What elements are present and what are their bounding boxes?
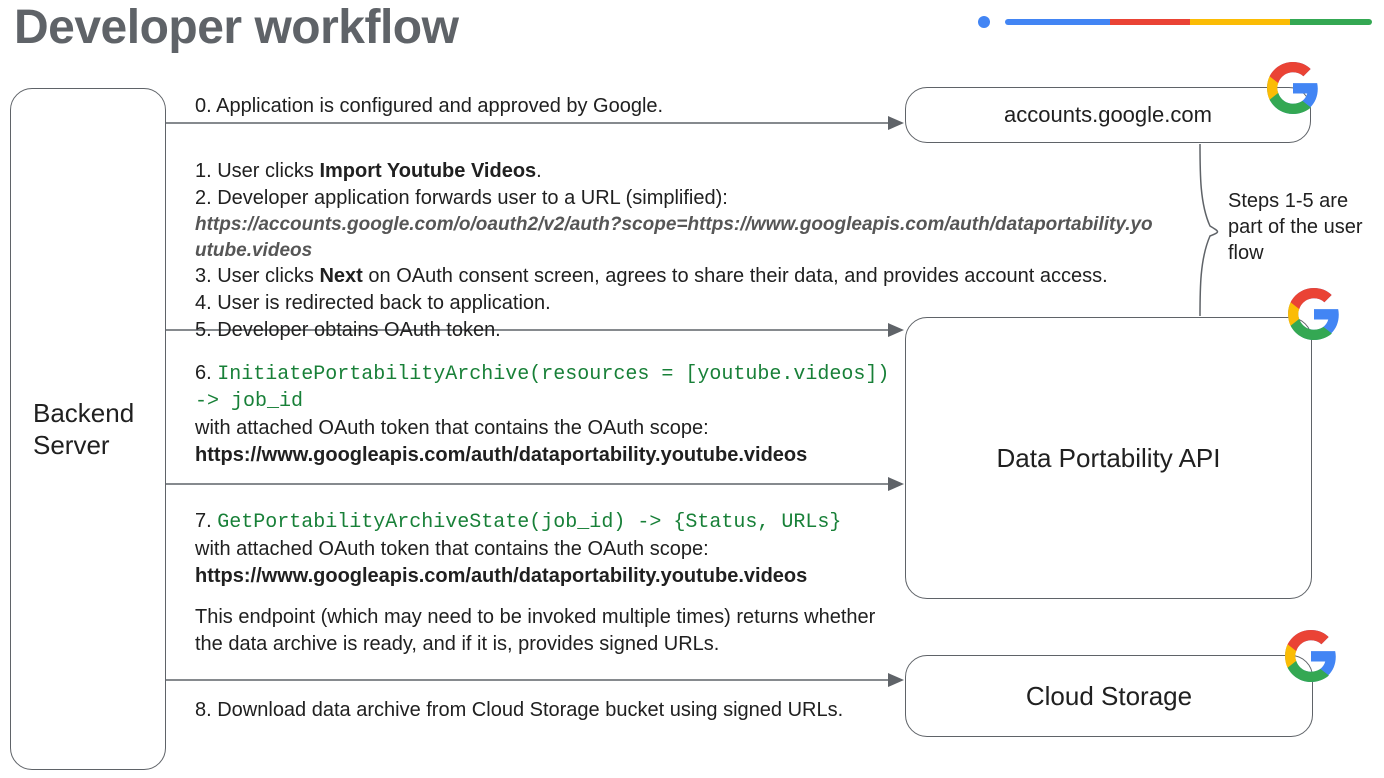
node-data-portability-api: Data Portability API [905, 317, 1312, 599]
accent-bar-blue [1005, 19, 1110, 25]
oauth-url: https://accounts.google.com/o/oauth2/v2/… [195, 212, 1155, 263]
arrow-step8 [166, 670, 906, 690]
step8-text: 8. Download data archive from Cloud Stor… [195, 697, 895, 724]
step7-tail: This endpoint (which may need to be invo… [195, 604, 905, 658]
google-g-icon [1282, 627, 1340, 685]
node-storage-label: Cloud Storage [1026, 681, 1192, 712]
step7-scope: https://www.googleapis.com/auth/dataport… [195, 563, 905, 590]
accent-dot [978, 16, 990, 28]
step6-block: 6. InitiatePortabilityArchive(resources … [195, 360, 915, 469]
step7-desc: with attached OAuth token that contains … [195, 536, 905, 563]
step6-desc: with attached OAuth token that contains … [195, 415, 915, 442]
page-title: Developer workflow [14, 0, 458, 55]
step6-code-line2: -> job_id [195, 388, 915, 415]
step6-scope: https://www.googleapis.com/auth/dataport… [195, 442, 915, 469]
google-g-icon [1264, 59, 1322, 117]
node-backend-server: Backend Server [10, 88, 166, 770]
steps-1-5-block: 1. User clicks Import Youtube Videos. 2.… [195, 158, 1155, 344]
node-cloud-storage: Cloud Storage [905, 655, 1313, 737]
step2-line: 2. Developer application forwards user t… [195, 185, 1155, 212]
node-accounts-label: accounts.google.com [1004, 102, 1212, 128]
node-backend-server-label: Backend Server [33, 397, 134, 462]
arrow-step6 [166, 474, 906, 494]
step6-code-line1: 6. InitiatePortabilityArchive(resources … [195, 360, 915, 388]
accent-bar-green [1290, 19, 1372, 25]
accent-bar-yellow [1190, 19, 1290, 25]
step3-line: 3. User clicks Next on OAuth consent scr… [195, 263, 1155, 290]
node-api-label: Data Portability API [997, 443, 1221, 474]
step1-line: 1. User clicks Import Youtube Videos. [195, 158, 1155, 185]
node-accounts-google: accounts.google.com [905, 87, 1311, 143]
google-g-icon [1285, 285, 1343, 343]
side-note: Steps 1-5 are part of the user flow [1228, 188, 1378, 266]
step0-text: 0. Application is configured and approve… [195, 93, 895, 120]
step5-line: 5. Developer obtains OAuth token. [195, 317, 1155, 344]
step4-line: 4. User is redirected back to applicatio… [195, 290, 1155, 317]
step7-block: 7. GetPortabilityArchiveState(job_id) ->… [195, 508, 905, 658]
step7-code-line: 7. GetPortabilityArchiveState(job_id) ->… [195, 508, 905, 536]
accent-bar-red [1110, 19, 1190, 25]
